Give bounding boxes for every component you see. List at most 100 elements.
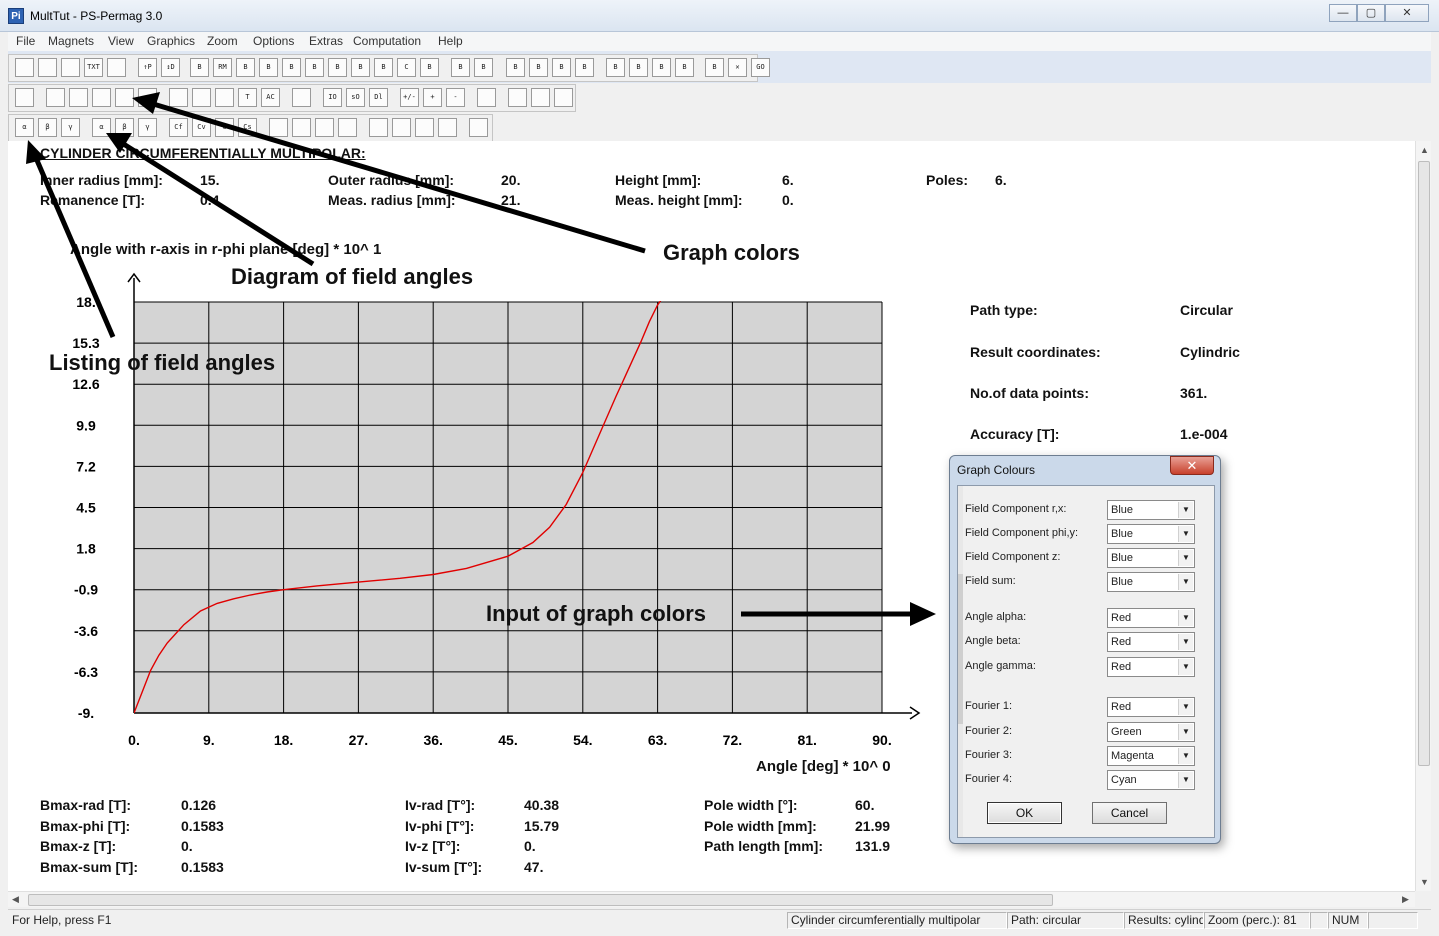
toolbar-row-2-button-9[interactable] — [215, 88, 234, 107]
colour-select[interactable]: Red ▼ — [1107, 657, 1195, 677]
toolbar-row-3-button-4[interactable]: α — [92, 118, 111, 137]
colour-select[interactable]: Blue ▼ — [1107, 500, 1195, 520]
colour-select[interactable]: Blue ▼ — [1107, 548, 1195, 568]
toolbar-row-2-button-16[interactable]: +/- — [400, 88, 419, 107]
toolbar-row-2-button-2[interactable] — [46, 88, 65, 107]
ok-button[interactable]: OK — [987, 802, 1062, 824]
chevron-down-icon[interactable]: ▼ — [1178, 610, 1193, 626]
dialog-close-button[interactable]: ✕ — [1170, 456, 1214, 475]
menu-zoom[interactable]: Zoom — [207, 34, 238, 48]
toolbar-row-3-button-13[interactable] — [315, 118, 334, 137]
toolbar-row-1-button-21[interactable]: B — [506, 58, 525, 77]
toolbar-row-1-button-16[interactable]: B — [374, 58, 393, 77]
scroll-down-icon[interactable]: ▼ — [1420, 877, 1429, 887]
menu-graphics[interactable]: Graphics — [147, 34, 195, 48]
toolbar-row-3-button-5[interactable]: β — [115, 118, 134, 137]
toolbar-row-3-button-18[interactable] — [438, 118, 457, 137]
toolbar-row-1-button-24[interactable]: B — [575, 58, 594, 77]
toolbar-row-1-button-31[interactable]: GO — [751, 58, 770, 77]
toolbar-row-1-button-1[interactable] — [15, 58, 34, 77]
chevron-down-icon[interactable]: ▼ — [1178, 659, 1193, 675]
toolbar-row-1-button-23[interactable]: B — [552, 58, 571, 77]
menu-view[interactable]: View — [108, 34, 134, 48]
toolbar-row-2-button-11[interactable]: AC — [261, 88, 280, 107]
vertical-scrollbar[interactable]: ▲ ▼ — [1415, 141, 1431, 891]
toolbar-row-3-button-8[interactable]: Cv — [192, 118, 211, 137]
toolbar-row-3-button-9[interactable]: C — [215, 118, 234, 137]
toolbar-row-3-button-15[interactable] — [369, 118, 388, 137]
toolbar-row-1-button-11[interactable]: B — [259, 58, 278, 77]
toolbar-row-3-button-16[interactable] — [392, 118, 411, 137]
chevron-down-icon[interactable]: ▼ — [1178, 748, 1193, 764]
chevron-down-icon[interactable]: ▼ — [1178, 502, 1193, 518]
colour-select[interactable]: Red ▼ — [1107, 608, 1195, 628]
toolbar-row-1-button-19[interactable]: B — [451, 58, 470, 77]
toolbar-row-1-button-17[interactable]: C — [397, 58, 416, 77]
colour-select[interactable]: Cyan ▼ — [1107, 770, 1195, 790]
horizontal-scroll-thumb[interactable] — [28, 894, 1053, 906]
dialog-scrollbar[interactable] — [958, 486, 963, 837]
toolbar-row-2-button-18[interactable]: - — [446, 88, 465, 107]
toolbar-row-1-button-22[interactable]: B — [529, 58, 548, 77]
toolbar-row-1-button-26[interactable]: B — [629, 58, 648, 77]
toolbar-row-1-button-5[interactable] — [107, 58, 126, 77]
toolbar-row-2-button-5[interactable] — [115, 88, 134, 107]
toolbar-row-2-button-1[interactable] — [15, 88, 34, 107]
menu-extras[interactable]: Extras — [309, 34, 343, 48]
scroll-right-icon[interactable]: ▶ — [1402, 894, 1409, 905]
toolbar-row-1-button-7[interactable]: ↕D — [161, 58, 180, 77]
toolbar-row-2-button-3[interactable] — [69, 88, 88, 107]
minimize-button[interactable]: — — [1329, 4, 1357, 22]
chevron-down-icon[interactable]: ▼ — [1178, 724, 1193, 740]
menu-file[interactable]: File — [16, 34, 35, 48]
horizontal-scrollbar[interactable]: ◀ ▶ — [8, 891, 1415, 907]
toolbar-row-3-button-2[interactable]: β — [38, 118, 57, 137]
toolbar-row-1-button-4[interactable]: TXT — [84, 58, 103, 77]
toolbar-row-2-button-12[interactable] — [292, 88, 311, 107]
colour-select[interactable]: Blue ▼ — [1107, 572, 1195, 592]
colour-select[interactable]: Blue ▼ — [1107, 524, 1195, 544]
toolbar-row-1-button-3[interactable] — [61, 58, 80, 77]
toolbar-row-2-button-10[interactable]: T — [238, 88, 257, 107]
menu-help[interactable]: Help — [438, 34, 463, 48]
scroll-up-icon[interactable]: ▲ — [1420, 145, 1429, 155]
colour-select[interactable]: Magenta ▼ — [1107, 746, 1195, 766]
toolbar-row-1-button-13[interactable]: B — [305, 58, 324, 77]
toolbar-row-2-button-13[interactable]: IO — [323, 88, 342, 107]
dialog-scroll-thumb[interactable] — [958, 574, 963, 724]
toolbar-row-1-button-6[interactable]: ↑P — [138, 58, 157, 77]
toolbar-row-3-button-19[interactable] — [469, 118, 488, 137]
toolbar-row-1-button-20[interactable]: B — [474, 58, 493, 77]
scroll-left-icon[interactable]: ◀ — [12, 894, 19, 905]
close-window-button[interactable]: ✕ — [1385, 4, 1429, 22]
toolbar-row-1-button-28[interactable]: B — [675, 58, 694, 77]
chevron-down-icon[interactable]: ▼ — [1178, 772, 1193, 788]
toolbar-row-2-button-4[interactable] — [92, 88, 111, 107]
toolbar-row-3-button-6[interactable]: γ — [138, 118, 157, 137]
toolbar-row-1-button-27[interactable]: B — [652, 58, 671, 77]
menu-computation[interactable]: Computation — [353, 34, 421, 48]
toolbar-row-2-button-8[interactable] — [192, 88, 211, 107]
toolbar-row-1-button-15[interactable]: B — [351, 58, 370, 77]
toolbar-row-3-button-12[interactable] — [292, 118, 311, 137]
chevron-down-icon[interactable]: ▼ — [1178, 550, 1193, 566]
toolbar-row-1-button-9[interactable]: RM — [213, 58, 232, 77]
toolbar-row-1-button-29[interactable]: B — [705, 58, 724, 77]
toolbar-row-1-button-8[interactable]: B — [190, 58, 209, 77]
toolbar-row-1-button-2[interactable] — [38, 58, 57, 77]
toolbar-row-2-button-21[interactable] — [531, 88, 550, 107]
toolbar-row-2-button-20[interactable] — [508, 88, 527, 107]
toolbar-row-3-button-11[interactable] — [269, 118, 288, 137]
toolbar-row-2-button-17[interactable]: + — [423, 88, 442, 107]
toolbar-row-2-button-7[interactable] — [169, 88, 188, 107]
toolbar-row-2-button-15[interactable]: Dl — [369, 88, 388, 107]
toolbar-row-3-button-14[interactable] — [338, 118, 357, 137]
toolbar-row-3-button-10[interactable]: Cs — [238, 118, 257, 137]
toolbar-row-2-button-19[interactable] — [477, 88, 496, 107]
toolbar-row-3-button-17[interactable] — [415, 118, 434, 137]
toolbar-row-3-button-7[interactable]: Cf — [169, 118, 188, 137]
menu-options[interactable]: Options — [253, 34, 294, 48]
restore-button[interactable]: ▢ — [1357, 4, 1385, 22]
toolbar-row-1-button-12[interactable]: B — [282, 58, 301, 77]
toolbar-row-3-button-3[interactable]: γ — [61, 118, 80, 137]
